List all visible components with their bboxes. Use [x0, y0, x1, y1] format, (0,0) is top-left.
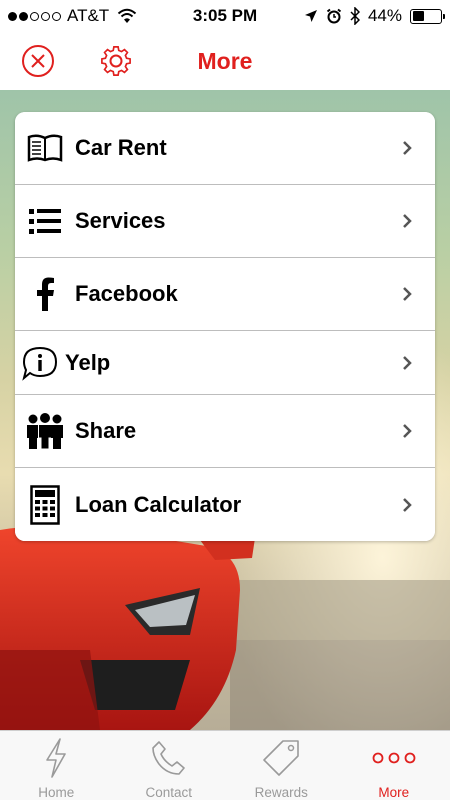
battery-icon [410, 8, 445, 24]
chevron-right-icon [403, 287, 412, 301]
status-bar: AT&T 3:05 PM 44% [0, 0, 450, 32]
signal-strength-icon [8, 11, 61, 21]
people-icon [15, 412, 75, 450]
menu-item-label: Loan Calculator [75, 491, 242, 517]
menu-item-share[interactable]: Share [15, 395, 435, 468]
facebook-icon [15, 277, 75, 311]
menu-item-label: Share [75, 418, 137, 443]
alarm-icon [326, 8, 342, 24]
chevron-right-icon [403, 355, 412, 370]
tab-label: More [378, 785, 410, 800]
tab-more[interactable]: More [338, 731, 450, 800]
tab-rewards[interactable]: Rewards [225, 731, 338, 800]
chevron-right-icon [403, 214, 412, 228]
tab-bar: Home Contact Rewards More [0, 730, 450, 800]
close-circle-icon[interactable] [18, 41, 58, 81]
nav-header: More [0, 32, 450, 90]
tab-home[interactable]: Home [0, 731, 113, 800]
bluetooth-icon [350, 7, 360, 25]
book-icon [15, 133, 75, 163]
page-title: More [197, 48, 253, 74]
tab-label: Home [38, 785, 75, 800]
menu-item-label: Services [75, 208, 166, 233]
battery-percent: 44% [367, 6, 402, 25]
location-arrow-icon [304, 10, 317, 22]
lightning-icon [33, 737, 79, 779]
chevron-right-icon [403, 141, 412, 155]
gear-icon[interactable] [96, 41, 136, 81]
menu-item-label: Facebook [75, 281, 178, 306]
menu-item-car-rent[interactable]: Car Rent [15, 112, 435, 185]
tab-label: Rewards [254, 785, 308, 800]
menu-item-loan-calculator[interactable]: Loan Calculator [15, 468, 435, 541]
menu-item-label: Yelp [65, 349, 111, 375]
carrier-name: AT&T [67, 6, 110, 25]
menu-item-yelp[interactable]: Yelp [15, 331, 435, 395]
chevron-right-icon [403, 424, 412, 438]
menu-item-facebook[interactable]: Facebook [15, 258, 435, 331]
more-menu: Car Rent Services Facebook Yelp Share Lo… [15, 112, 435, 541]
calculator-icon [15, 484, 75, 525]
menu-item-services[interactable]: Services [15, 185, 435, 258]
chevron-right-icon [403, 497, 412, 512]
phone-icon [146, 737, 192, 779]
tab-label: Contact [145, 785, 193, 800]
menu-item-label: Car Rent [75, 135, 167, 160]
more-dots-icon [371, 737, 417, 779]
tab-contact[interactable]: Contact [113, 731, 226, 800]
tag-icon [258, 737, 304, 779]
list-icon [15, 206, 75, 236]
wifi-icon [118, 8, 137, 23]
info-bubble-icon [15, 345, 65, 381]
